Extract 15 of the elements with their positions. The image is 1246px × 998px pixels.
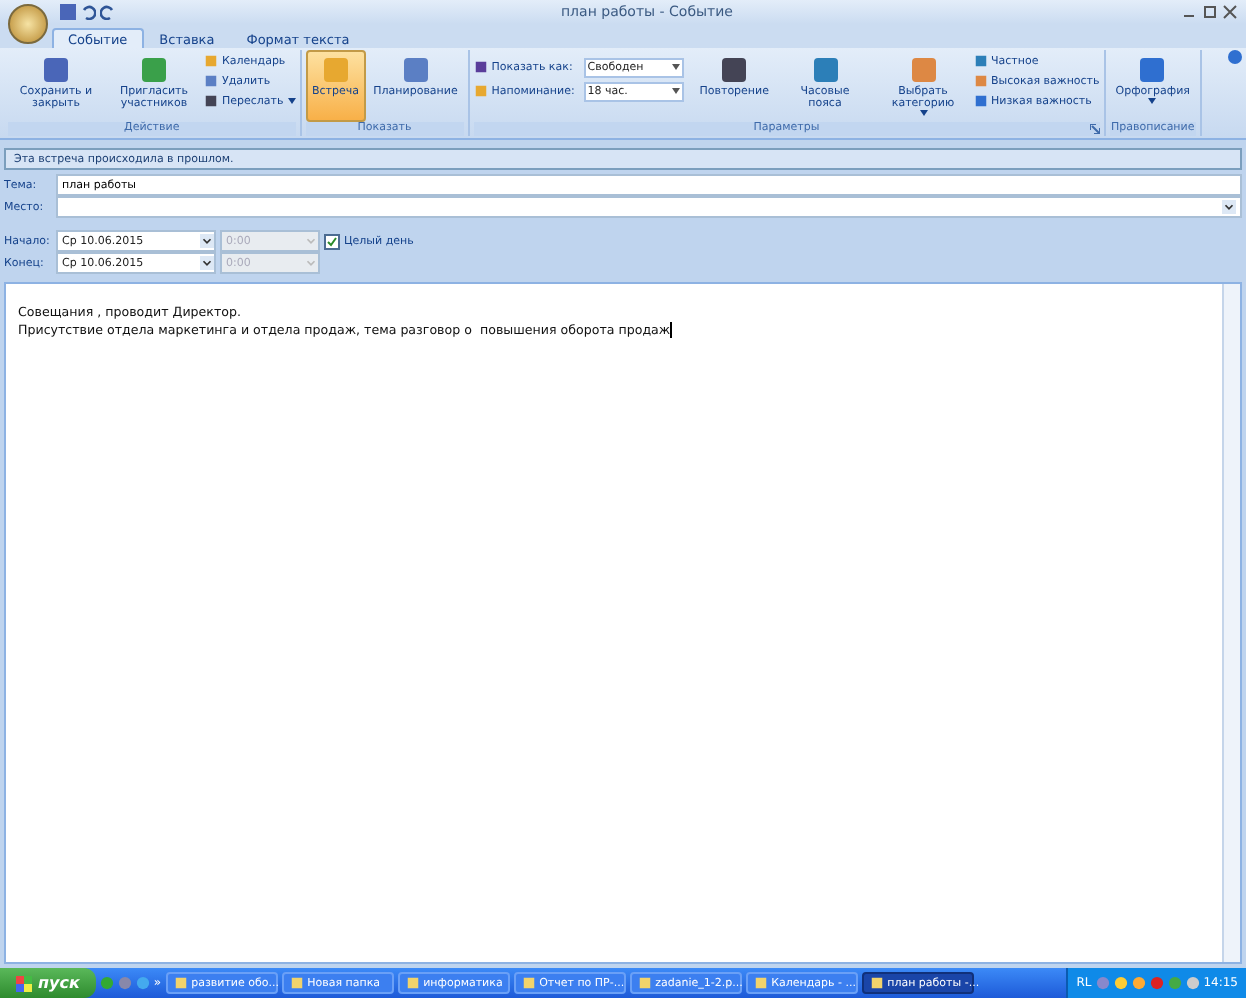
- maximize-icon[interactable]: [1202, 4, 1218, 20]
- dropdown-arrow-icon[interactable]: [200, 234, 214, 248]
- close-icon[interactable]: [1222, 4, 1238, 20]
- undo-icon[interactable]: [80, 4, 96, 20]
- caret-icon: [671, 64, 680, 70]
- location-field[interactable]: [56, 196, 1242, 218]
- dropdown-arrow-icon[interactable]: [1222, 200, 1236, 214]
- office-button[interactable]: [8, 4, 48, 44]
- dropdown-arrow-icon[interactable]: [200, 256, 214, 270]
- caret-icon: [671, 88, 680, 94]
- checkbox[interactable]: [324, 233, 340, 249]
- dialog-launcher-icon[interactable]: [1089, 124, 1100, 134]
- scrollbar[interactable]: [1222, 284, 1240, 962]
- windows-logo: [16, 975, 32, 991]
- redo-icon[interactable]: [100, 4, 116, 20]
